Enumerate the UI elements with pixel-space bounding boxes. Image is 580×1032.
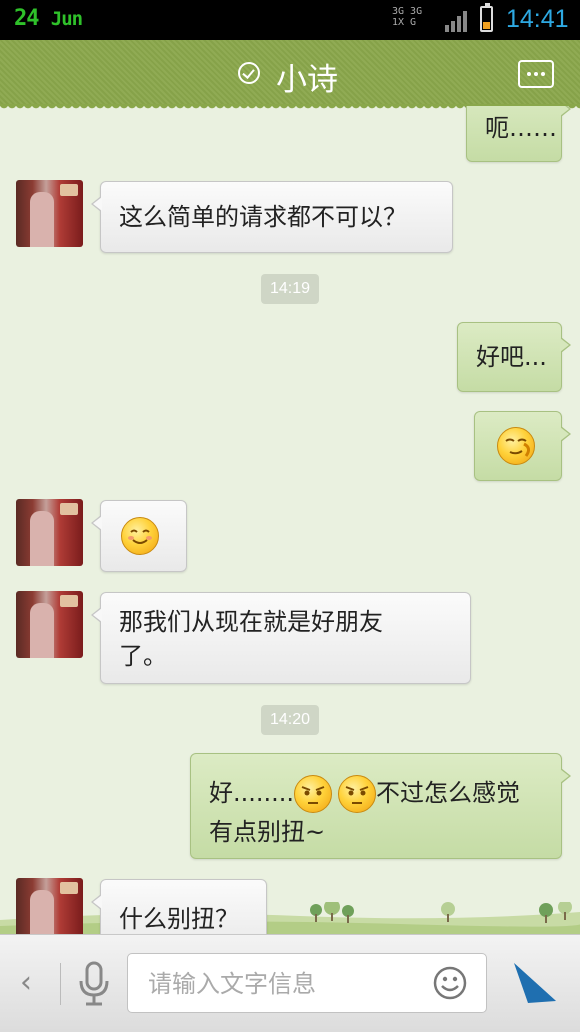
divider — [60, 963, 61, 1005]
status-time: 14:41 — [506, 5, 569, 33]
message-bubble-outgoing[interactable]: 好吧... — [457, 322, 571, 392]
signal-icon — [445, 11, 467, 32]
message-text-line: 了。 — [119, 642, 167, 670]
message-text: 这么简单的请求都不可以？ — [119, 203, 407, 231]
emoji-picker-icon[interactable] — [433, 966, 467, 1000]
battery-icon — [480, 3, 493, 32]
message-list[interactable]: 呃…… 这么简单的请求都不可以？ 14:19 好吧... 那我们从现在就是好朋友… — [0, 106, 580, 934]
status-bar: 24 Jun 3G 3G 1X G 14:41 — [0, 0, 580, 40]
message-bubble-incoming[interactable]: 那我们从现在就是好朋友 了。 — [91, 592, 471, 684]
chat-title: 小诗 — [276, 62, 338, 98]
check-circle-icon — [238, 62, 260, 84]
message-bubble-outgoing[interactable]: 呃…… — [466, 106, 571, 162]
avatar[interactable] — [16, 878, 83, 934]
squint-emoji-icon — [338, 775, 377, 813]
smile-emoji-icon — [121, 517, 159, 555]
message-input[interactable] — [146, 954, 420, 1014]
avatar[interactable] — [16, 591, 83, 658]
timestamp: 14:19 — [261, 274, 319, 304]
microphone-icon[interactable] — [76, 961, 112, 1007]
status-date: 24 Jun — [14, 6, 83, 31]
message-text: 好吧... — [476, 343, 547, 371]
avatar[interactable] — [16, 180, 83, 247]
message-bubble-incoming[interactable]: 什么别扭？ — [91, 879, 267, 934]
send-icon[interactable] — [512, 961, 558, 1005]
back-button[interactable]: ‹ — [20, 965, 32, 1000]
avatar[interactable] — [16, 499, 83, 566]
message-bubble-outgoing[interactable]: 好........ 不过怎么感觉 有点别扭~ — [190, 753, 571, 859]
message-text-line: 那我们从现在就是好朋友 — [119, 608, 383, 636]
message-bubble-incoming[interactable] — [91, 500, 187, 572]
background-scenery — [0, 902, 580, 934]
squint-emoji-icon — [294, 775, 333, 813]
chat-header: 小诗 — [0, 40, 580, 112]
more-menu-button[interactable] — [518, 60, 554, 88]
status-date-day: 24 — [14, 6, 39, 31]
message-text: 不过怎么感觉 — [376, 779, 521, 807]
network-indicator: 3G 3G 1X G — [392, 6, 423, 28]
message-text: 好........ — [209, 779, 295, 807]
message-bubble-incoming[interactable]: 这么简单的请求都不可以？ — [91, 181, 453, 253]
message-input-box — [127, 953, 487, 1014]
status-date-month: Jun — [50, 8, 83, 30]
message-text-line: 有点别扭~ — [209, 818, 326, 846]
timestamp: 14:20 — [261, 705, 319, 735]
message-text: 呃…… — [485, 114, 557, 142]
message-text: 什么别扭？ — [119, 905, 239, 933]
message-bubble-outgoing[interactable] — [474, 411, 571, 481]
composer-bar: ‹ — [0, 934, 580, 1032]
shy-emoji-icon — [497, 427, 535, 465]
